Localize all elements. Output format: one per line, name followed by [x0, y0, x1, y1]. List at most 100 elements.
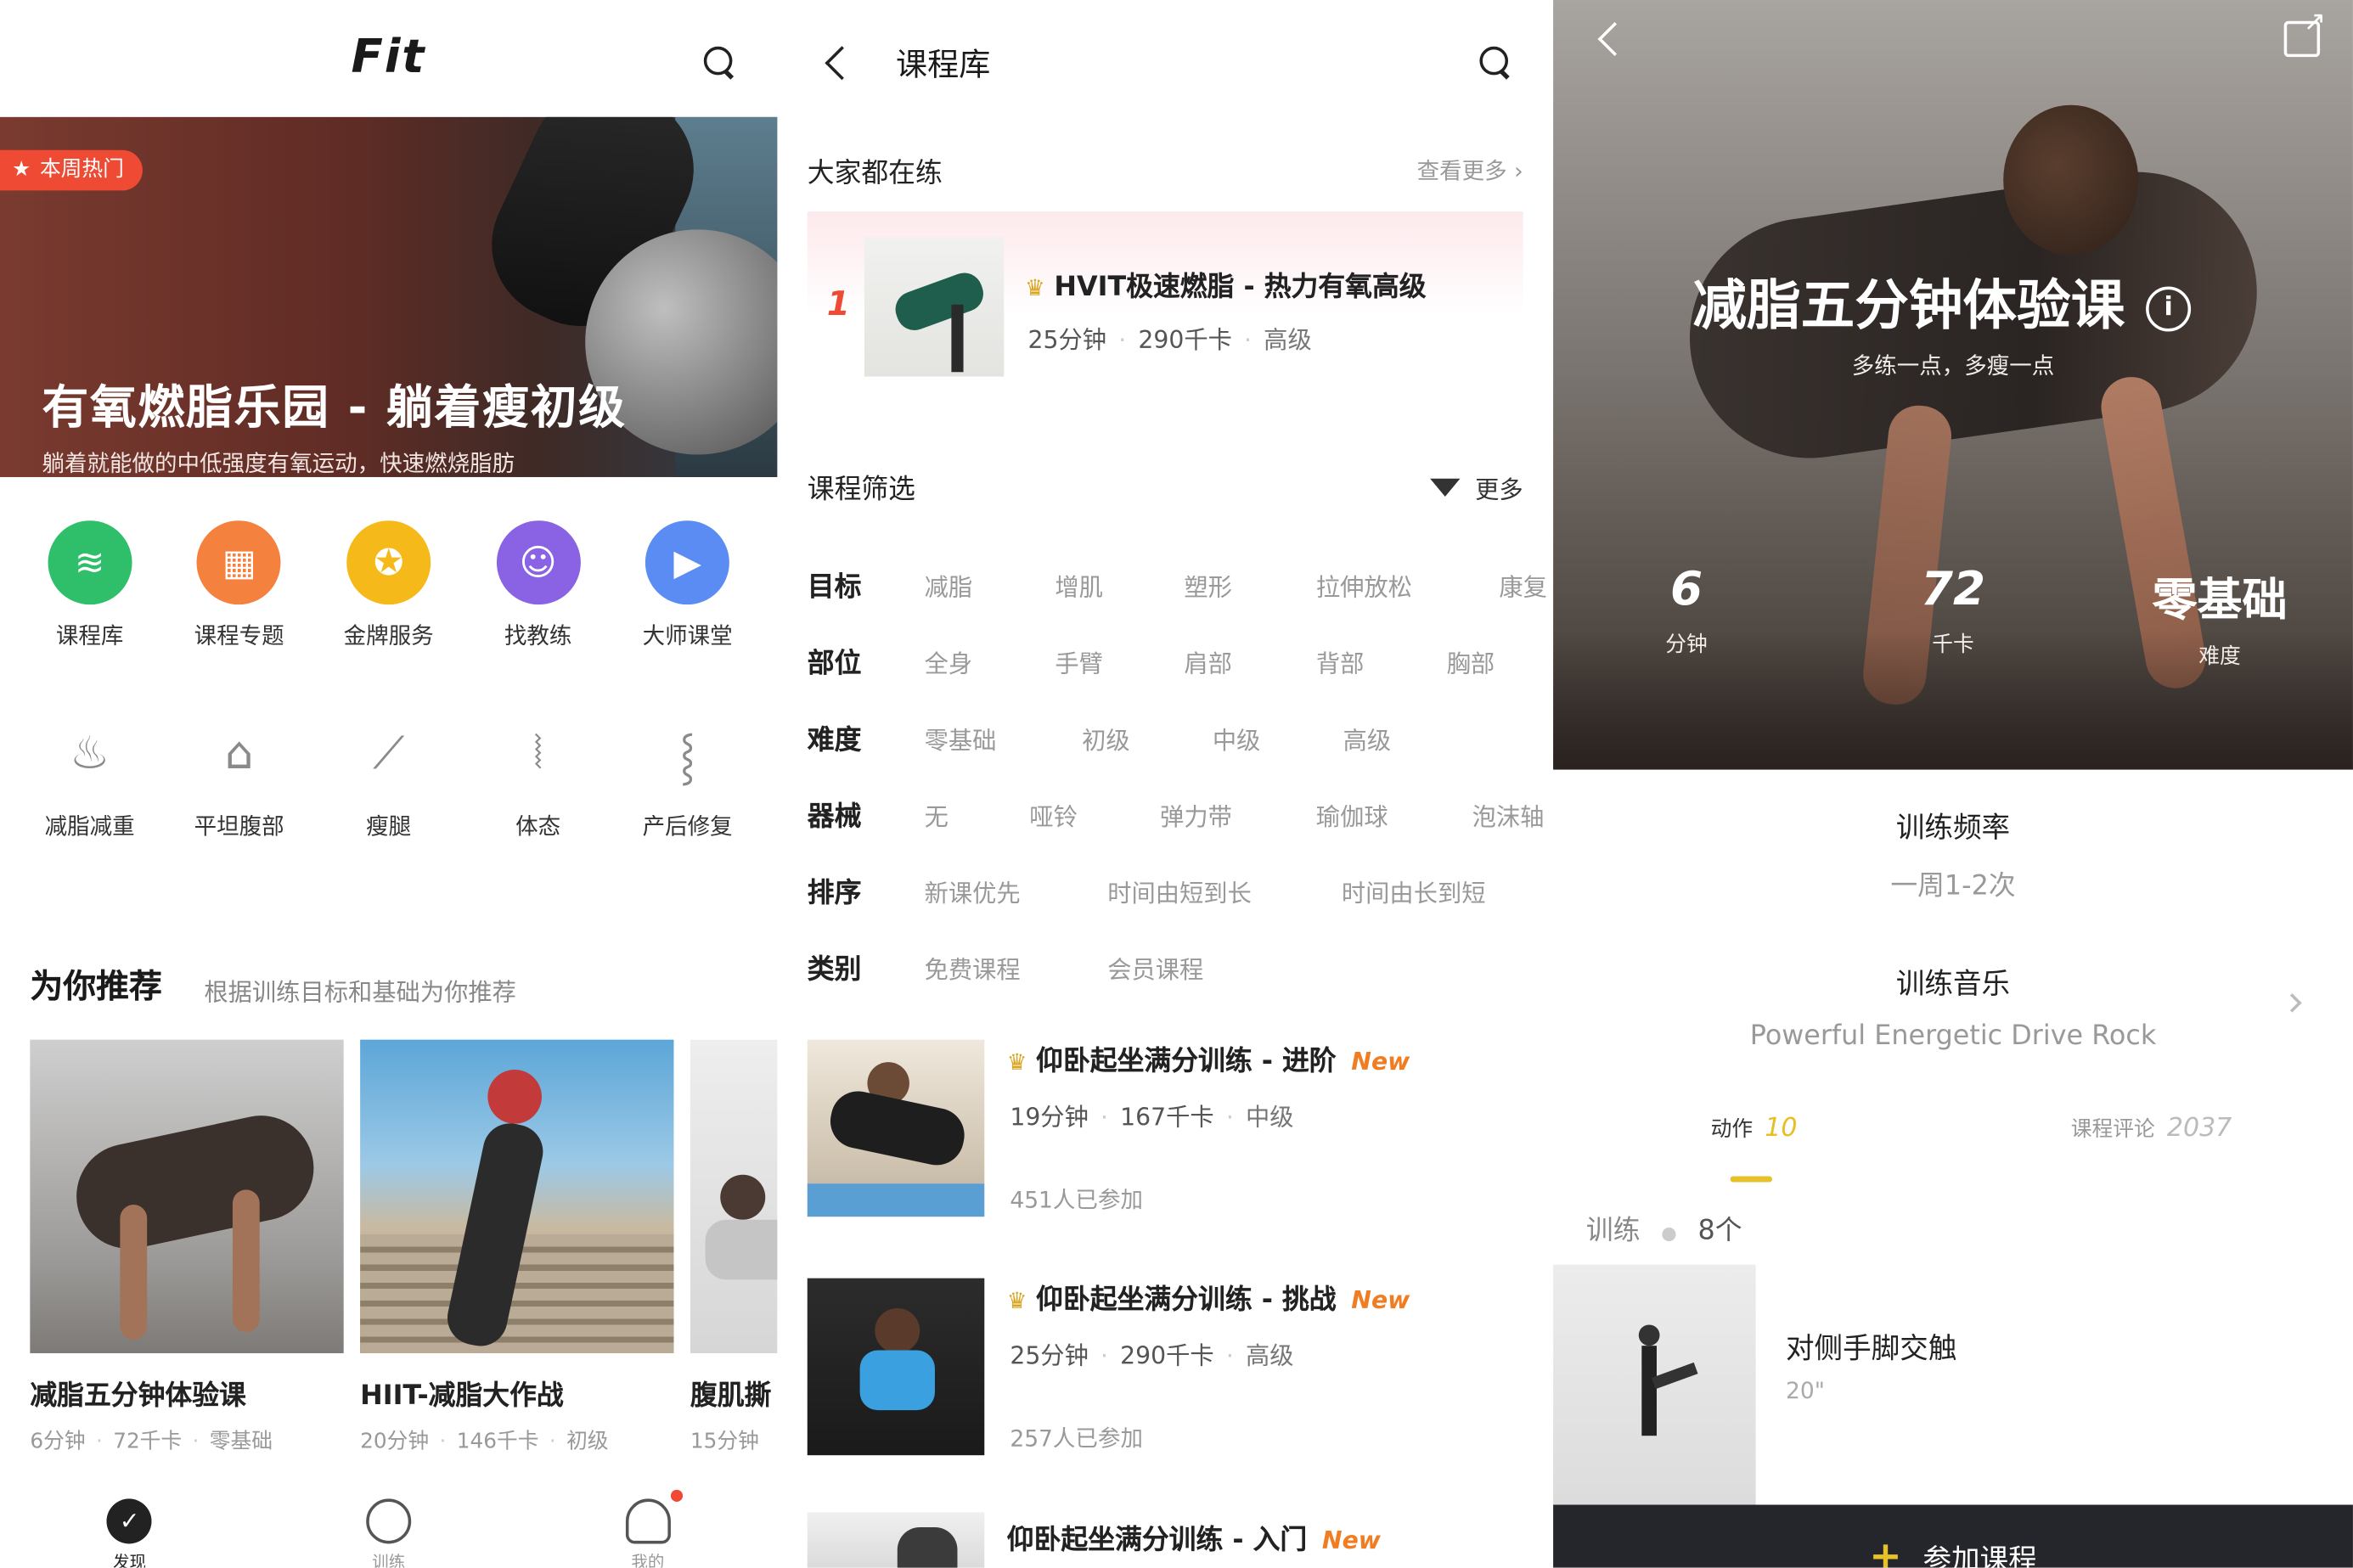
share-icon[interactable] [2283, 6, 2326, 58]
training-music[interactable]: 训练音乐 Powerful Energetic Drive Rock [1553, 962, 2353, 1052]
course-duration: 19分钟 [1010, 1102, 1089, 1132]
filter-option[interactable]: 中级 [1213, 719, 1343, 755]
music-value: Powerful Energetic Drive Rock [1749, 1020, 2157, 1052]
tab-exercises[interactable]: 动作 10 [1711, 1113, 1798, 1143]
filter-key: 类别 [807, 953, 862, 986]
filter-option[interactable]: 哑铃 [1029, 795, 1160, 831]
nav-gold-service[interactable]: ✪ 金牌服务 [317, 520, 461, 651]
screenshot-stage: Fit 有氧燃脂乐园 - 躺着瘦初级 躺着就能做的中低强度有氧运动，快速燃烧脂肪… [0, 0, 2353, 1568]
popular-title: 大家都在练 [807, 157, 943, 189]
tab-comments[interactable]: 课程评论 2037 [2071, 1113, 2232, 1143]
coach-icon: ☺ [496, 520, 581, 605]
music-title: 训练音乐 [1895, 967, 2011, 1001]
stopwatch-icon [366, 1498, 412, 1544]
filter-option[interactable]: 背部 [1316, 643, 1447, 678]
filter-row-category: 类别 免费课程 会员课程 [808, 929, 1553, 1005]
filter-option[interactable]: 瑜伽球 [1316, 795, 1472, 831]
filter-option[interactable]: 弹力带 [1160, 795, 1316, 831]
filter-option[interactable]: 免费课程 [925, 949, 1108, 985]
filter-option[interactable]: 全身 [925, 643, 1055, 678]
filter-option[interactable]: 泡沫轴 [1472, 795, 1545, 831]
filter-option[interactable]: 无 [925, 795, 1030, 831]
course-title: 减脂五分钟体验课 i [1692, 262, 2192, 340]
card-meta: 6分钟 · 72千卡 · 零基础 [30, 1430, 273, 1454]
filter-option[interactable]: 零基础 [925, 719, 1083, 755]
grid-icon: ▦ [197, 520, 282, 605]
nav-postpartum[interactable]: ⸾ 产后修复 [616, 711, 760, 842]
profile-icon [625, 1489, 683, 1544]
nav-label: 课程专题 [194, 622, 284, 650]
abs-icon: ⌂ [224, 727, 254, 780]
nav-label: 平坦腹部 [194, 812, 284, 840]
filter-option[interactable]: 手臂 [1055, 643, 1184, 678]
filter-option[interactable]: 减脂 [925, 566, 1055, 602]
tab-count: 10 [1765, 1113, 1798, 1144]
nav-fat-loss[interactable]: ♨ 减脂减重 [18, 711, 162, 842]
course-duration: 25分钟 [1027, 325, 1107, 355]
course-name: ♛ 仰卧起坐满分训练 - 进阶 New [1007, 1040, 1410, 1079]
card-meta: 20分钟 · 146千卡 · 初级 [360, 1430, 609, 1454]
new-badge: New [1351, 1047, 1410, 1076]
see-more-label: 查看更多 [1416, 157, 1507, 185]
filter-option[interactable]: 会员课程 [1107, 949, 1203, 985]
filter-option[interactable]: 康复 [1499, 566, 1547, 602]
nav-master-class[interactable]: ▶ 大师课堂 [616, 520, 760, 651]
filter-panel: 目标 减脂 增肌 塑形 拉伸放松 康复 部位 全身 手臂 肩部 背部 胸部 难度… [808, 546, 1553, 1005]
search-icon[interactable] [702, 45, 735, 78]
participants-count: 451人已参加 [1010, 1186, 1143, 1214]
filter-row-body-part: 部位 全身 手臂 肩部 背部 胸部 [808, 622, 1553, 699]
join-course-button[interactable]: + 参加课程 [1553, 1504, 2353, 1568]
recommend-card[interactable]: 减脂五分钟体验课 6分钟 · 72千卡 · 零基础 [30, 1039, 344, 1456]
nav-course-library[interactable]: ≋ 课程库 [18, 520, 162, 651]
flame-icon: ♨ [69, 727, 110, 780]
filter-option[interactable]: 初级 [1082, 719, 1213, 755]
chevron-right-icon: › [1514, 157, 1523, 185]
discover-icon: ✓ [107, 1498, 153, 1544]
filter-option[interactable]: 拉伸放松 [1316, 566, 1500, 602]
info-icon[interactable]: i [2146, 286, 2192, 332]
course-thumbnail [864, 237, 1005, 377]
nav-flat-belly[interactable]: ⌂ 平坦腹部 [167, 711, 312, 842]
filter-option[interactable]: 塑形 [1184, 566, 1316, 602]
home-screen: Fit 有氧燃脂乐园 - 躺着瘦初级 躺着就能做的中低强度有氧运动，快速燃烧脂肪… [0, 0, 778, 1568]
nav-find-coach[interactable]: ☺ 找教练 [466, 520, 611, 651]
popular-course[interactable]: 1 ♛ HVIT极速燃脂 - 热力有氧高级 25分钟 · 290千卡 · 高级 [807, 211, 1523, 385]
star-icon: ★ [12, 157, 31, 182]
course-name-text: HVIT极速燃脂 - 热力有氧高级 [1054, 271, 1427, 303]
medal-icon: ✪ [346, 520, 431, 605]
tab-discover[interactable]: ✓ 发现 [0, 1478, 259, 1568]
filter-option[interactable]: 增肌 [1055, 566, 1184, 602]
stat-duration: 6 分钟 [1553, 563, 1820, 671]
nav-label: 瘦腿 [366, 812, 412, 840]
filter-option[interactable]: 时间由长到短 [1342, 873, 1486, 908]
filter-more-button[interactable]: 更多 [1430, 469, 1523, 505]
quick-nav: ≋ 课程库 ▦ 课程专题 ✪ 金牌服务 ☺ 找教练 ▶ 大师课堂 ♨ 减脂减重 … [15, 520, 763, 841]
course-meta: 25分钟 · 290千卡 · 高级 [1010, 1340, 1294, 1370]
filter-option[interactable]: 时间由短到长 [1107, 873, 1342, 908]
nav-label: 大师课堂 [642, 622, 733, 650]
training-count: 8个 [1697, 1215, 1742, 1247]
stat-label: 难度 [2198, 644, 2241, 670]
recommend-card[interactable]: 腹肌撕 15分钟 [690, 1039, 778, 1456]
recommend-card[interactable]: HIIT-减脂大作战 20分钟 · 146千卡 · 初级 [360, 1039, 674, 1456]
tab-training[interactable]: 训练 [259, 1478, 518, 1568]
nav-course-topics[interactable]: ▦ 课程专题 [167, 520, 312, 651]
nav-posture[interactable]: ⦚ 体态 [466, 711, 611, 842]
filter-key: 难度 [807, 723, 862, 756]
banner-subtitle: 躺着就能做的中低强度有氧运动，快速燃烧脂肪 [42, 450, 515, 477]
filter-option[interactable]: 胸部 [1447, 643, 1495, 678]
course-detail-screen: 减脂五分钟体验课 i 多练一点，多瘦一点 6 分钟 72 千卡 零基础 难度 训练… [1553, 0, 2353, 1568]
filter-option[interactable]: 新课优先 [925, 873, 1108, 908]
search-icon[interactable] [1478, 45, 1511, 78]
back-icon[interactable] [825, 46, 859, 81]
filter-option[interactable]: 高级 [1343, 719, 1392, 755]
tab-profile[interactable]: 我的 [518, 1478, 777, 1568]
filter-title: 课程筛选 [807, 474, 915, 506]
see-more-link[interactable]: 查看更多 › [1417, 155, 1523, 186]
filter-option[interactable]: 肩部 [1184, 643, 1316, 678]
tab-count: 2037 [2166, 1113, 2232, 1144]
nav-slim-legs[interactable]: ⟋ 瘦腿 [317, 711, 461, 842]
card-title: HIIT-减脂大作战 [360, 1380, 564, 1412]
nav-label: 找教练 [504, 622, 572, 650]
tab-label: 我的 [631, 1553, 665, 1568]
